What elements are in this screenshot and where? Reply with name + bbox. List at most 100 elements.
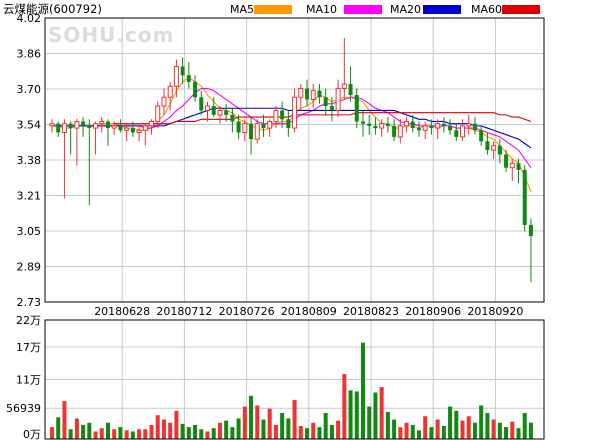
volume-bar [112, 429, 117, 439]
volume-bar [479, 405, 484, 439]
candle-body [410, 121, 415, 129]
volume-bar [398, 427, 403, 439]
volume-y-tick-label: 17万 [16, 341, 41, 354]
price-y-tick-label: 3.05 [17, 225, 42, 238]
candle-body [305, 88, 310, 100]
price-y-tick-label: 3.21 [17, 190, 42, 203]
watermark: SOHU.com [48, 23, 174, 47]
volume-bar [454, 410, 459, 439]
candle-body [397, 125, 403, 138]
candle-body [416, 128, 421, 131]
volume-bar [497, 422, 502, 439]
volume-bar [168, 422, 173, 439]
volume-bar [130, 431, 135, 439]
candle-body [280, 110, 285, 120]
legend-ma10-swatch [344, 5, 382, 14]
volume-bar [87, 422, 92, 439]
candle-body [422, 125, 428, 131]
candle-body [504, 154, 509, 168]
candle-body [249, 123, 254, 140]
volume-bar [354, 391, 359, 439]
candle-body [497, 145, 502, 155]
volume-bar [379, 387, 384, 439]
price-y-ticks: 4.02 3.86 3.70 3.54 3.38 3.21 3.05 2.89 2.73 [17, 12, 42, 309]
candle-body [49, 123, 55, 127]
volume-bar [404, 422, 409, 439]
volume-bar [199, 429, 204, 439]
volume-bar [485, 413, 490, 439]
volume-bar [161, 419, 166, 439]
volume-bar [174, 410, 179, 439]
volume-bar [149, 424, 154, 439]
volume-bar [81, 424, 86, 439]
volume-bar [305, 428, 310, 439]
candle-body [273, 109, 279, 122]
candle-body [429, 125, 434, 129]
volume-bar [460, 420, 465, 439]
volume-bar [491, 419, 496, 439]
candle-body [354, 95, 359, 122]
candle-body [454, 130, 459, 137]
legend-ma10-label: MA10 [306, 3, 337, 16]
candle-body [310, 90, 316, 100]
volume-bar [342, 374, 347, 439]
candle-body [56, 123, 61, 133]
volume-bar [504, 427, 509, 439]
volume-bar [143, 429, 148, 439]
volume-bar [105, 422, 110, 439]
x-tick-label: 20180906 [405, 305, 461, 318]
volume-bar [267, 408, 272, 439]
volume-bar [50, 427, 54, 439]
volume-y-tick-label: 56939 [6, 402, 41, 415]
volume-bar [385, 411, 390, 439]
price-y-tick-label: 4.02 [17, 12, 42, 25]
candle-body [130, 128, 135, 133]
volume-bar [361, 342, 365, 439]
candle-body [199, 97, 204, 111]
volume-bar [68, 429, 73, 439]
volume-bar [224, 420, 229, 439]
legend-ma5-swatch [254, 5, 292, 14]
candle-body [261, 123, 266, 129]
x-tick-label: 20180809 [281, 305, 337, 318]
candle-body [292, 96, 298, 129]
volume-bar [74, 418, 79, 439]
volume-bar [193, 424, 198, 439]
volume-bar [62, 401, 67, 439]
candle-body [118, 125, 123, 131]
candle-body [516, 163, 521, 170]
volume-bar [410, 424, 415, 439]
candle-body [149, 120, 155, 127]
volume-bar [441, 426, 446, 439]
price-y-tick-label: 3.70 [17, 83, 42, 96]
candle-body [441, 123, 446, 126]
volume-bar [423, 416, 428, 439]
candle-body [317, 90, 322, 98]
candle-body [167, 85, 173, 98]
candle-body [242, 123, 248, 133]
volume-bar [124, 430, 129, 439]
candle-body [230, 114, 235, 122]
volume-bar [99, 428, 104, 439]
candle-body [68, 123, 73, 129]
volume-bar [516, 428, 521, 439]
volume-bar [323, 413, 328, 439]
volume-bar [416, 430, 421, 439]
volume-bar [392, 419, 397, 439]
volume-bar [286, 418, 291, 439]
volume-bar [472, 422, 477, 439]
volume-y-tick-label: 0万 [23, 428, 41, 440]
x-tick-label: 20180628 [94, 305, 150, 318]
candle-body [472, 123, 477, 131]
candle-body [74, 120, 80, 129]
candle-body [509, 162, 515, 169]
stock-chart: 云煤能源(600792) SOHU.com MA5 MA10 MA20 MA60… [0, 0, 600, 440]
candle-body [61, 123, 67, 133]
candle-body [124, 127, 130, 131]
candle-body [173, 65, 179, 87]
candle-body [180, 66, 185, 76]
candle-body [186, 75, 191, 82]
x-tick-label: 20180823 [343, 305, 399, 318]
candle-body [323, 97, 328, 107]
volume-bar [448, 406, 453, 439]
